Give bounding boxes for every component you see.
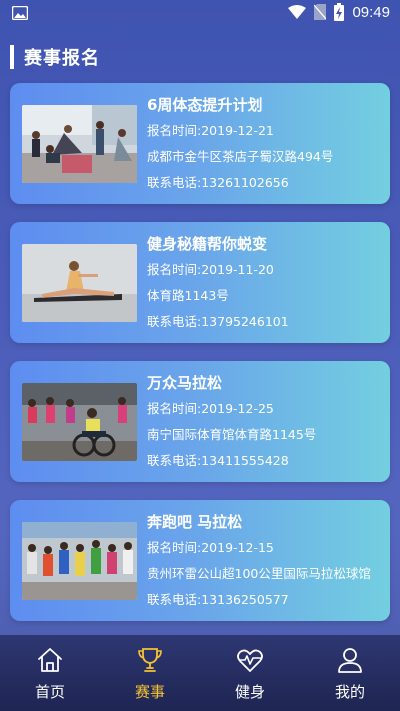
section-header: 赛事报名 — [10, 45, 100, 69]
event-image — [22, 105, 137, 183]
event-image — [22, 244, 137, 322]
home-icon — [38, 648, 62, 672]
event-registration-time: 报名时间:2019-12-21 — [147, 123, 274, 138]
event-address: 体育路1143号 — [147, 288, 229, 303]
tab-label: 赛事 — [134, 683, 165, 701]
battery-charging-icon — [334, 3, 345, 21]
event-image — [22, 383, 137, 461]
event-phone: 联系电话:13261102656 — [147, 175, 289, 190]
event-registration-time: 报名时间:2019-12-25 — [147, 401, 274, 416]
event-image — [22, 522, 137, 600]
no-sim-icon — [314, 4, 327, 20]
tab-label: 健身 — [234, 683, 265, 701]
event-card[interactable]: 健身秘籍帮你蜕变 报名时间:2019-11-20 体育路1143号 联系电话:1… — [10, 222, 390, 343]
user-icon — [338, 648, 362, 673]
event-phone: 联系电话:13411555428 — [147, 453, 289, 468]
tab-home[interactable]: 首页 — [0, 635, 100, 711]
event-title: 健身秘籍帮你蜕变 — [147, 235, 268, 253]
event-phone: 联系电话:13136250577 — [147, 592, 289, 607]
event-card[interactable]: 万众马拉松 报名时间:2019-12-25 南宁国际体育馆体育路1145号 联系… — [10, 361, 390, 482]
event-card[interactable]: 奔跑吧 马拉松 报名时间:2019-12-15 贵州环雷公山超100公里国际马拉… — [10, 500, 390, 621]
event-registration-time: 报名时间:2019-11-20 — [147, 262, 274, 277]
event-registration-time: 报名时间:2019-12-15 — [147, 540, 274, 555]
event-title: 6周体态提升计划 — [147, 96, 263, 114]
event-card[interactable]: 6周体态提升计划 报名时间:2019-12-21 成都市金牛区茶店子蜀汉路494… — [10, 83, 390, 204]
section-title: 赛事报名 — [24, 48, 100, 69]
tab-fitness[interactable]: 健身 — [200, 635, 300, 711]
event-title: 万众马拉松 — [147, 374, 223, 392]
event-address: 南宁国际体育馆体育路1145号 — [147, 427, 317, 442]
image-notification-icon — [12, 6, 28, 20]
bottom-tab-bar: 首页 赛事 健身 我的 — [0, 635, 400, 711]
event-address: 成都市金牛区茶店子蜀汉路494号 — [147, 149, 334, 164]
wifi-icon — [288, 5, 307, 19]
status-bar: 09:49 — [0, 0, 400, 28]
section-accent-bar — [10, 45, 14, 69]
event-title: 奔跑吧 马拉松 — [147, 513, 243, 531]
tab-profile[interactable]: 我的 — [300, 635, 400, 711]
status-time: 09:49 — [352, 3, 390, 21]
event-phone: 联系电话:13795246101 — [147, 314, 289, 329]
tab-events[interactable]: 赛事 — [100, 635, 200, 711]
tab-label: 我的 — [334, 683, 365, 701]
heart-pulse-icon — [237, 649, 263, 672]
event-address: 贵州环雷公山超100公里国际马拉松球馆 — [147, 566, 371, 581]
tab-label: 首页 — [34, 683, 65, 701]
trophy-icon — [138, 648, 162, 672]
